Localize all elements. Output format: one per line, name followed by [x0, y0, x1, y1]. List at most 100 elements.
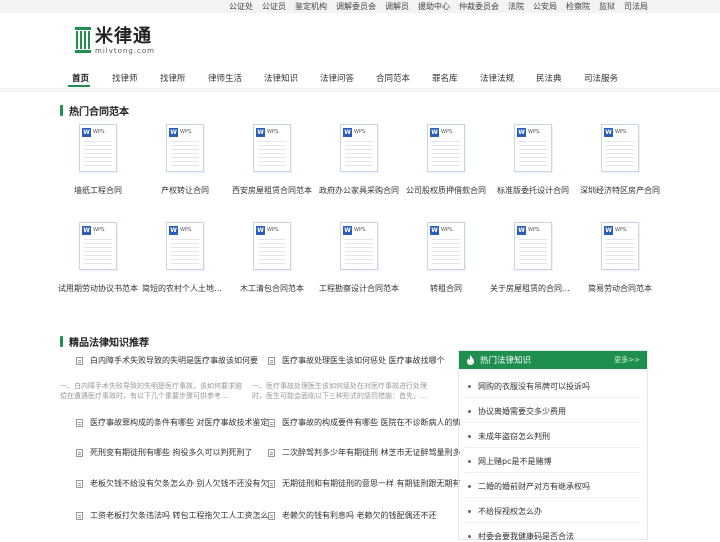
article-title[interactable]: 二次醉驾判多少年有期徒刑 林芝市无证醉驾量刑多 — [282, 447, 461, 458]
article-link[interactable]: 死刑变有期徒刑有哪些 拘役多久可以判死刑了 — [76, 447, 253, 458]
contract-item[interactable]: W WPS. 木工清包合同范本 — [229, 222, 315, 294]
contract-title[interactable]: 简易劳动合同范本 — [577, 283, 663, 294]
top-link[interactable]: 调解委员会 — [336, 1, 376, 12]
nav-item[interactable]: 合同范本 — [376, 72, 410, 84]
top-link[interactable]: 鉴定机构 — [295, 1, 327, 12]
contract-item[interactable]: W WPS. 公司股权质押借款合同 — [403, 124, 489, 196]
nav-item[interactable]: 首页 — [72, 72, 89, 84]
contract-item[interactable]: W WPS. 试用期劳动协议书范本 — [55, 222, 141, 294]
hot-item-title[interactable]: 网购的衣服没有吊牌可以投诉吗 — [478, 381, 590, 392]
nav-item[interactable]: 司法服务 — [584, 72, 618, 84]
nav-item[interactable]: 找律师 — [112, 72, 138, 84]
contract-title[interactable]: 关于房屋租赁的合同范本 — [490, 283, 576, 294]
article-link[interactable]: 医疗事故罪构成的条件有哪些 对医疗事故技术鉴定 — [76, 417, 269, 428]
top-link[interactable]: 公安局 — [533, 1, 557, 12]
article-title[interactable]: 老板欠钱不给没有欠条怎么办 别人欠钱不还没有欠 — [90, 478, 269, 489]
hot-item-title[interactable]: 网上赌pc是不是赌博 — [478, 456, 551, 467]
nav-item[interactable]: 法律法规 — [480, 72, 514, 84]
contract-title[interactable]: 深圳经济特区房产合同 — [577, 185, 663, 196]
site-logo[interactable]: 米律通 milvtong.com — [75, 27, 155, 55]
contract-item[interactable]: W WPS. 转租合同 — [403, 222, 489, 294]
hot-list-item[interactable]: 未成年盗窃怎么判刑 — [468, 431, 550, 442]
contract-title[interactable]: 公司股权质押借款合同 — [403, 185, 489, 196]
bullet-icon — [468, 410, 471, 413]
contract-title[interactable]: 产权转让合同 — [142, 185, 228, 196]
hot-item-title[interactable]: 二婚的婚前财产对方有继承权吗 — [478, 481, 590, 492]
article-link[interactable]: 老赖欠的钱有利息吗 老赖欠的钱配偶还不还 — [268, 510, 437, 521]
contract-item[interactable]: W WPS. 西安房屋租赁合同范本 — [229, 124, 315, 196]
nav-item[interactable]: 法律知识 — [264, 72, 298, 84]
top-link[interactable]: 法院 — [508, 1, 524, 12]
word-document-icon: W WPS. — [166, 222, 204, 270]
nav-item[interactable]: 找律所 — [160, 72, 186, 84]
article-title[interactable]: 医疗事故罪构成的条件有哪些 对医疗事故技术鉴定 — [90, 417, 269, 428]
article-link[interactable]: 二次醉驾判多少年有期徒刑 林芝市无证醉驾量刑多 — [268, 447, 461, 458]
nav-item[interactable]: 法律问答 — [320, 72, 354, 84]
hot-list-item[interactable]: 不给探视权怎么办 — [468, 506, 542, 517]
hot-list-item[interactable]: 网上赌pc是不是赌博 — [468, 456, 551, 467]
hot-item-title[interactable]: 村委会要我健康码是否合法 — [478, 531, 574, 542]
contract-item[interactable]: W WPS. 简易劳动合同范本 — [577, 222, 663, 294]
nav-item[interactable]: 律师生活 — [208, 72, 242, 84]
article-title[interactable]: 无期徒刑和有期徒刑的意思一样 有期徒刑跟无期有 — [282, 478, 461, 489]
hot-list-item[interactable]: 二婚的婚前财产对方有继承权吗 — [468, 481, 590, 492]
word-document-icon: W WPS. — [253, 222, 291, 270]
document-icon — [76, 511, 83, 520]
article-title[interactable]: 医疗事故的构成要件有哪些 医院在不诊断病人的情 — [282, 417, 461, 428]
doc-label: WPS. — [528, 227, 541, 233]
top-link[interactable]: 检察院 — [566, 1, 590, 12]
contract-title[interactable]: 西安房屋租赁合同范本 — [229, 185, 315, 196]
contract-title[interactable]: 转租合同 — [403, 283, 489, 294]
contract-item[interactable]: W WPS. 标准版委托设计合同 — [490, 124, 576, 196]
top-link[interactable]: 司法局 — [624, 1, 648, 12]
contract-title[interactable]: 政府办公家具采购合同 — [316, 185, 402, 196]
article-link[interactable]: 老板欠钱不给没有欠条怎么办 别人欠钱不还没有欠 — [76, 478, 269, 489]
article-link[interactable]: 白内障手术失败导致的失明是医疗事故该如何要 — [76, 355, 258, 366]
contract-title[interactable]: 简短的农村个人土地转让 — [142, 283, 228, 294]
contract-item[interactable]: W WPS. 关于房屋租赁的合同范本 — [490, 222, 576, 294]
hot-item-title[interactable]: 未成年盗窃怎么判刑 — [478, 431, 550, 442]
contract-title[interactable]: 试用期劳动协议书范本 — [55, 283, 141, 294]
top-link[interactable]: 公证处 — [229, 1, 253, 12]
contract-item[interactable]: W WPS. 简短的农村个人土地转让 — [142, 222, 228, 294]
top-link[interactable]: 援助中心 — [418, 1, 450, 12]
contract-item[interactable]: W WPS. 产权转让合同 — [142, 124, 228, 196]
contract-item[interactable]: W WPS. 墙纸工程合同 — [55, 124, 141, 196]
hot-list-item[interactable]: 村委会要我健康码是否合法 — [468, 531, 574, 542]
top-link[interactable]: 公证员 — [262, 1, 286, 12]
hot-item-title[interactable]: 不给探视权怎么办 — [478, 506, 542, 517]
article-title[interactable]: 死刑变有期徒刑有哪些 拘役多久可以判死刑了 — [90, 447, 253, 458]
nav-item[interactable]: 罪名库 — [432, 72, 458, 84]
doc-label: WPS. — [615, 129, 628, 135]
article-link[interactable]: 医疗事故的构成要件有哪些 医院在不诊断病人的情 — [268, 417, 461, 428]
article-title[interactable]: 医疗事故处理医生该如何惩处 医疗事故找哪个 — [282, 355, 445, 366]
contract-title[interactable]: 工程勘察设计合同范本 — [316, 283, 402, 294]
hot-item-title[interactable]: 协议离婚需要交多少费用 — [478, 406, 566, 417]
article-link[interactable]: 医疗事故处理医生该如何惩处 医疗事故找哪个 — [268, 355, 445, 366]
top-link[interactable]: 仲裁委员会 — [459, 1, 499, 12]
article-title[interactable]: 白内障手术失败导致的失明是医疗事故该如何要 — [90, 355, 258, 366]
article-link[interactable]: 工资老板打欠条违法吗 转包工程拖欠工人工资怎么 — [76, 510, 269, 521]
contract-item[interactable]: W WPS. 工程勘察设计合同范本 — [316, 222, 402, 294]
doc-label: WPS. — [267, 129, 280, 135]
hot-list-item[interactable]: 协议离婚需要交多少费用 — [468, 406, 566, 417]
contract-item[interactable]: W WPS. 政府办公家具采购合同 — [316, 124, 402, 196]
top-link[interactable]: 调解员 — [385, 1, 409, 12]
article-link[interactable]: 无期徒刑和有期徒刑的意思一样 有期徒刑跟无期有 — [268, 478, 461, 489]
top-link[interactable]: 监狱 — [599, 1, 615, 12]
article-title[interactable]: 老赖欠的钱有利息吗 老赖欠的钱配偶还不还 — [282, 510, 437, 521]
contract-title[interactable]: 标准版委托设计合同 — [490, 185, 576, 196]
hot-list-item[interactable]: 网购的衣服没有吊牌可以投诉吗 — [468, 381, 590, 392]
contract-title[interactable]: 墙纸工程合同 — [55, 185, 141, 196]
article-summary: 一、医疗事故处理医生该如何惩处在对医疗事故进行处理时，医生可能会面临以下三种形式… — [252, 382, 427, 400]
contract-title[interactable]: 木工清包合同范本 — [229, 283, 315, 294]
nav-active-indicator — [68, 85, 90, 87]
hot-knowledge-panel: 热门法律知识 更多>> 网购的衣服没有吊牌可以投诉吗 协议离婚需要交多少费用 未成年… — [458, 350, 648, 542]
hot-more-link[interactable]: 更多>> — [614, 355, 640, 365]
word-document-icon: W WPS. — [427, 222, 465, 270]
nav-item[interactable]: 民法典 — [536, 72, 562, 84]
contract-item[interactable]: W WPS. 深圳经济特区房产合同 — [577, 124, 663, 196]
hot-panel-title: 热门法律知识 — [480, 356, 532, 366]
article-title[interactable]: 工资老板打欠条违法吗 转包工程拖欠工人工资怎么 — [90, 510, 269, 521]
bullet-icon — [468, 510, 471, 513]
